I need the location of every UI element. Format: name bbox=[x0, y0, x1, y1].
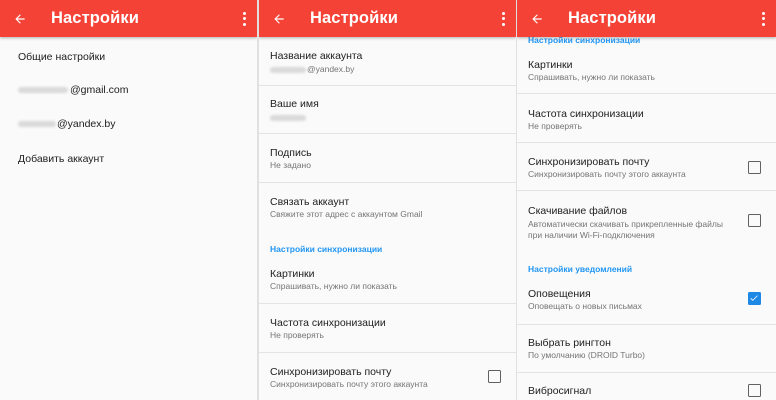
settings-panel-accounts: Настройки Общие настройки @gmail.com @ya… bbox=[0, 0, 257, 400]
more-vert-icon bbox=[761, 11, 765, 15]
back-button[interactable] bbox=[0, 0, 40, 37]
sync-mail-row[interactable]: Синхронизировать почту Синхронизировать … bbox=[259, 353, 516, 400]
notification-settings-header: Настройки уведомлений bbox=[528, 264, 633, 274]
settings-panel-account: Настройки Название аккаунта @yandex.by В… bbox=[259, 0, 516, 400]
more-vert-icon bbox=[242, 11, 246, 15]
more-vert-icon bbox=[501, 11, 505, 15]
account-name-row[interactable]: Название аккаунта @yandex.by bbox=[259, 37, 516, 86]
page-title: Настройки bbox=[310, 9, 398, 27]
redacted-text bbox=[270, 114, 306, 121]
arrow-back-icon bbox=[274, 13, 284, 24]
sync-mail-row[interactable]: Синхронизировать почту Синхронизировать … bbox=[517, 143, 776, 191]
settings-panel-account-scrolled: Настройки Настройки синхронизации Картин… bbox=[517, 0, 776, 400]
signature-row[interactable]: Подпись Не задано bbox=[259, 134, 516, 183]
sync-settings-header: Настройки синхронизации bbox=[270, 244, 383, 254]
images-row[interactable]: Картинки Спрашивать, нужно ли показать bbox=[259, 257, 516, 304]
redacted-text bbox=[270, 66, 306, 73]
sync-frequency-row[interactable]: Частота синхронизации Не проверять bbox=[259, 304, 516, 353]
redacted-text bbox=[18, 87, 68, 93]
check-icon bbox=[750, 295, 758, 301]
page-title: Настройки bbox=[568, 9, 656, 27]
arrow-back-icon bbox=[15, 13, 25, 24]
notifications-row[interactable]: Оповещения Оповещать о новых письмах bbox=[517, 277, 776, 325]
overflow-menu-button[interactable] bbox=[490, 0, 516, 37]
account-item-gmail[interactable]: @gmail.com bbox=[18, 84, 129, 96]
redacted-text bbox=[18, 121, 56, 127]
sync-mail-checkbox[interactable] bbox=[488, 370, 501, 383]
account-item-yandex[interactable]: @yandex.by bbox=[18, 118, 116, 130]
arrow-back-icon bbox=[532, 13, 542, 24]
overflow-menu-button[interactable] bbox=[750, 0, 776, 37]
page-title: Настройки bbox=[51, 9, 139, 27]
vibrate-row[interactable]: Вибросигнал bbox=[517, 373, 776, 400]
download-files-row[interactable]: Скачивание файлов Автоматически скачиват… bbox=[517, 191, 776, 253]
general-settings-item[interactable]: Общие настройки bbox=[18, 51, 105, 63]
app-bar: Настройки bbox=[259, 0, 516, 37]
ringtone-row[interactable]: Выбрать рингтон По умолчанию (DROID Turb… bbox=[517, 325, 776, 373]
add-account-item[interactable]: Добавить аккаунт bbox=[18, 153, 104, 165]
vibrate-checkbox[interactable] bbox=[748, 384, 761, 397]
back-button[interactable] bbox=[259, 0, 299, 37]
download-files-checkbox[interactable] bbox=[748, 214, 761, 227]
notifications-checkbox[interactable] bbox=[748, 292, 761, 305]
sync-mail-checkbox[interactable] bbox=[748, 161, 761, 174]
app-bar: Настройки bbox=[0, 0, 257, 37]
overflow-menu-button[interactable] bbox=[231, 0, 257, 37]
app-bar: Настройки bbox=[517, 0, 776, 37]
your-name-row[interactable]: Ваше имя bbox=[259, 86, 516, 134]
sync-frequency-row[interactable]: Частота синхронизации Не проверять bbox=[517, 94, 776, 143]
images-row[interactable]: Картинки Спрашивать, нужно ли показать bbox=[517, 47, 776, 94]
link-account-row[interactable]: Связать аккаунт Свяжите этот адрес с акк… bbox=[259, 183, 516, 233]
back-button[interactable] bbox=[517, 0, 557, 37]
